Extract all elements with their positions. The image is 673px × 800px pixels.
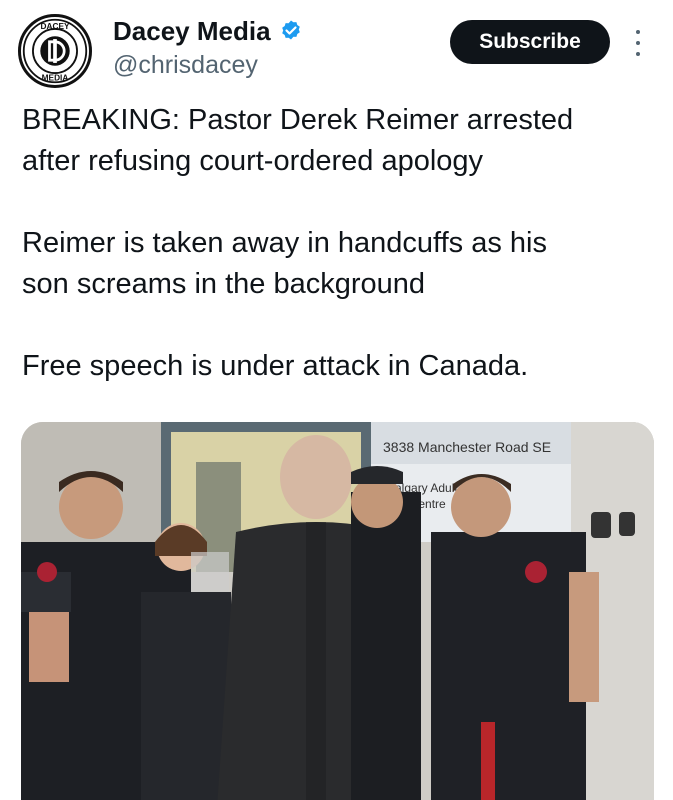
sign-address: 3838 Manchester Road SE xyxy=(383,439,551,455)
arrest-photo: 3838 Manchester Road SE algary Adult tte… xyxy=(21,422,654,800)
avatar-bottom-text: MEDIA xyxy=(42,73,69,82)
tweet-line: Free speech is under attack in Canada. xyxy=(22,350,529,382)
tweet-line: after refusing court-ordered apology xyxy=(22,145,484,177)
tweet-text: BREAKING: Pastor Derek Reimer arrested a… xyxy=(22,100,652,387)
tweet-media-photo[interactable]: 3838 Manchester Road SE algary Adult tte… xyxy=(21,422,654,800)
more-vertical-icon[interactable] xyxy=(628,28,648,58)
dacey-media-logo: DACEY MEDIA xyxy=(22,18,88,84)
avatar[interactable]: DACEY MEDIA xyxy=(18,14,92,88)
tweet-line: Reimer is taken away in handcuffs as his xyxy=(22,227,547,259)
subscribe-button[interactable]: Subscribe xyxy=(450,20,610,64)
handle[interactable]: @chrisdacey xyxy=(113,50,258,80)
tweet-header: DACEY MEDIA Dacey Media @chrisdacey Subs… xyxy=(0,0,673,100)
display-name[interactable]: Dacey Media xyxy=(113,16,271,46)
name-row: Dacey Media xyxy=(113,16,303,46)
avatar-top-text: DACEY xyxy=(41,22,70,31)
tweet-line: son screams in the background xyxy=(22,268,425,300)
tweet-line: BREAKING: Pastor Derek Reimer arrested xyxy=(22,104,574,136)
verified-badge-icon xyxy=(279,19,303,43)
